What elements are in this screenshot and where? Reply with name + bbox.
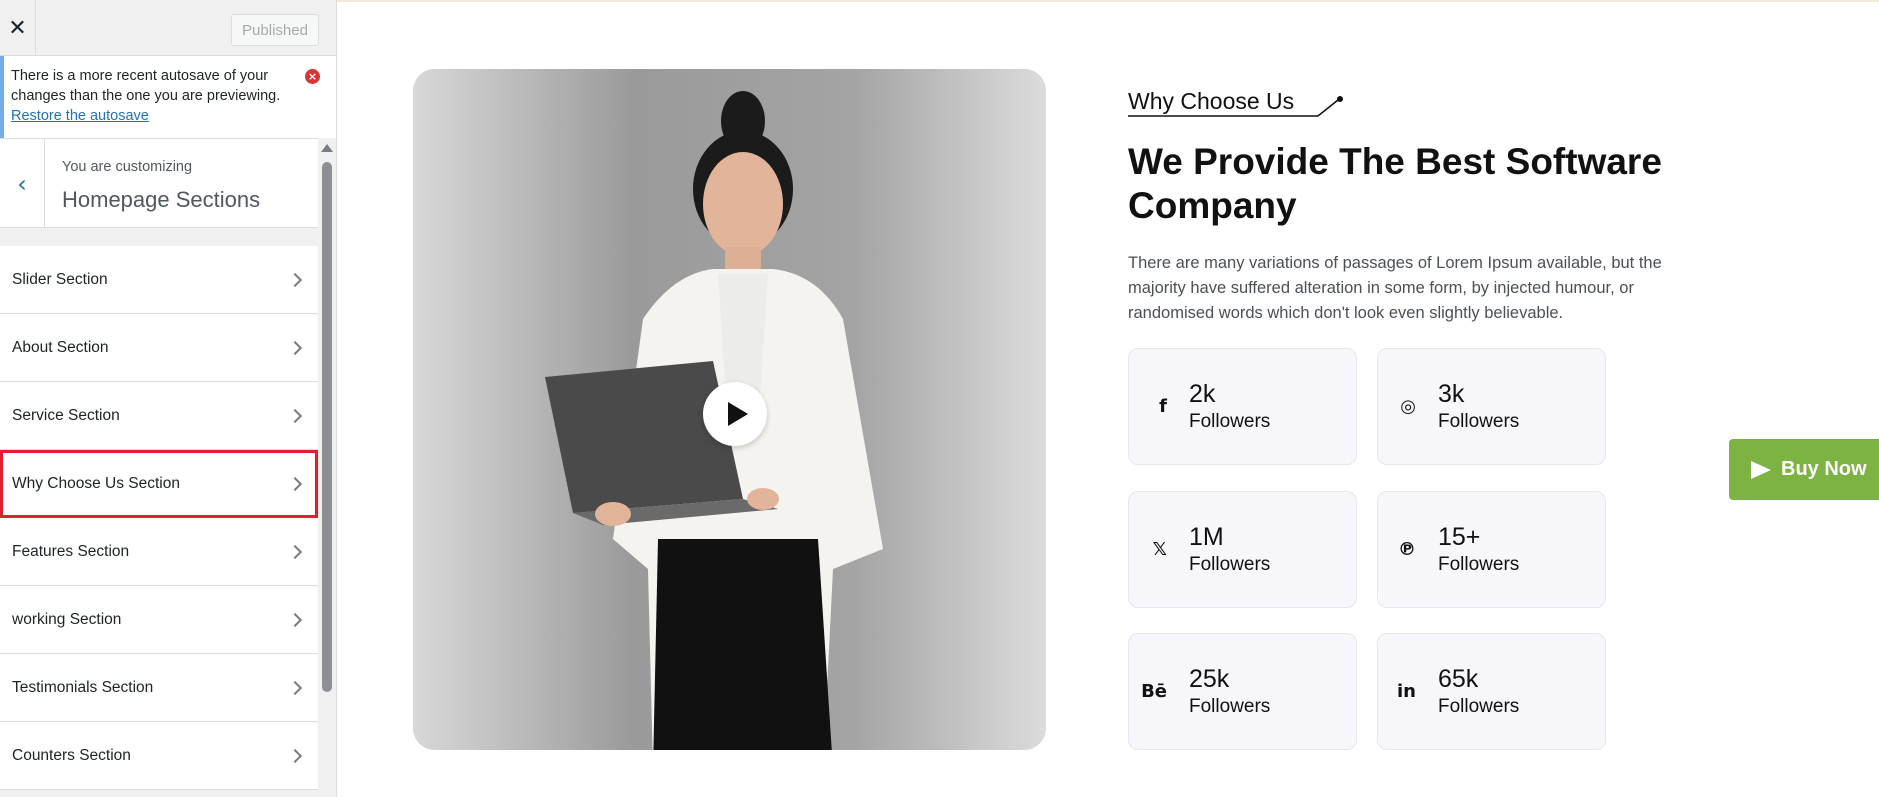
customizer-sidebar: ✕ Published There is a more recent autos… bbox=[0, 0, 337, 797]
facebook-icon: f bbox=[1159, 396, 1167, 417]
stat-label: Followers bbox=[1438, 553, 1520, 575]
buy-now-button[interactable]: Buy Now bbox=[1729, 439, 1879, 500]
behance-icon: Bē bbox=[1141, 681, 1167, 702]
section-item-label: Testimonials Section bbox=[12, 678, 154, 696]
play-icon bbox=[727, 402, 748, 426]
section-item-why-choose-us[interactable]: Why Choose Us Section bbox=[0, 450, 318, 518]
panel-title: Homepage Sections bbox=[62, 187, 261, 212]
section-item-label: Why Choose Us Section bbox=[12, 474, 180, 492]
sidebar-header: ✕ Published bbox=[0, 0, 336, 56]
buy-now-label: Buy Now bbox=[1781, 458, 1867, 480]
close-customizer-button[interactable]: ✕ bbox=[0, 0, 36, 56]
chevron-right-icon bbox=[287, 680, 303, 695]
stat-card-facebook[interactable]: f 2k Followers bbox=[1128, 348, 1357, 465]
eyebrow-underline bbox=[1128, 96, 1343, 117]
section-item-label: Features Section bbox=[12, 542, 130, 560]
back-button[interactable]: ‹ bbox=[0, 139, 45, 228]
x-twitter-icon: 𝕏 bbox=[1152, 539, 1167, 560]
stat-value: 65k bbox=[1438, 664, 1479, 693]
video-thumbnail bbox=[413, 69, 1046, 750]
stat-card-linkedin[interactable]: in 65k Followers bbox=[1377, 633, 1606, 750]
linkedin-icon: in bbox=[1397, 681, 1416, 702]
panel-header: ‹ You are customizing Homepage Sections bbox=[0, 138, 318, 228]
section-item-counters[interactable]: Counters Section bbox=[0, 722, 318, 790]
pinterest-icon: ℗ bbox=[1398, 539, 1416, 560]
section-item-features[interactable]: Features Section bbox=[0, 518, 318, 586]
stat-value: 1M bbox=[1189, 522, 1224, 551]
panel-subtitle: You are customizing bbox=[62, 159, 193, 175]
stat-label: Followers bbox=[1189, 410, 1271, 432]
chevron-left-icon: ‹ bbox=[17, 169, 27, 198]
stat-label: Followers bbox=[1189, 553, 1271, 575]
chevron-right-icon bbox=[287, 408, 303, 423]
scroll-up-arrow-icon[interactable] bbox=[321, 144, 333, 152]
chevron-right-icon bbox=[287, 476, 303, 491]
restore-autosave-link[interactable]: Restore the autosave bbox=[11, 108, 149, 124]
section-item-slider[interactable]: Slider Section bbox=[0, 246, 318, 314]
stat-label: Followers bbox=[1438, 410, 1520, 432]
stat-value: 25k bbox=[1189, 664, 1230, 693]
chevron-right-icon bbox=[287, 748, 303, 763]
stat-value: 15+ bbox=[1438, 522, 1481, 551]
section-item-about[interactable]: About Section bbox=[0, 314, 318, 382]
instagram-icon: ◎ bbox=[1400, 396, 1416, 417]
stat-label: Followers bbox=[1189, 695, 1271, 717]
autosave-notice: There is a more recent autosave of your … bbox=[0, 56, 336, 138]
chevron-right-icon bbox=[287, 340, 303, 355]
section-list: Slider Section About Section Service Sec… bbox=[0, 246, 318, 790]
site-preview: Why Choose Us We Provide The Best Softwa… bbox=[337, 0, 1879, 797]
stat-value: 2k bbox=[1189, 379, 1216, 408]
section-item-label: About Section bbox=[12, 338, 109, 356]
published-button[interactable]: Published bbox=[231, 14, 319, 46]
section-item-label: working Section bbox=[12, 610, 122, 628]
dismiss-icon[interactable]: × bbox=[305, 69, 320, 84]
stat-label: Followers bbox=[1438, 695, 1520, 717]
stat-card-pinterest[interactable]: ℗ 15+ Followers bbox=[1377, 491, 1606, 608]
play-button[interactable] bbox=[703, 382, 767, 446]
section-item-label: Counters Section bbox=[12, 746, 131, 764]
section-item-working[interactable]: working Section bbox=[0, 586, 318, 654]
scrollbar-thumb[interactable] bbox=[322, 162, 332, 692]
chevron-right-icon bbox=[287, 612, 303, 627]
chevron-right-icon bbox=[287, 544, 303, 559]
stat-card-behance[interactable]: Bē 25k Followers bbox=[1128, 633, 1357, 750]
section-item-label: Service Section bbox=[12, 406, 120, 424]
section-item-service[interactable]: Service Section bbox=[0, 382, 318, 450]
stat-value: 3k bbox=[1438, 379, 1465, 408]
autosave-message: There is a more recent autosave of your … bbox=[11, 68, 281, 104]
sidebar-scrollbar[interactable] bbox=[320, 142, 334, 797]
send-arrow-icon bbox=[1751, 460, 1771, 479]
section-heading: We Provide The Best Software Company bbox=[1128, 141, 1662, 226]
section-item-testimonials[interactable]: Testimonials Section bbox=[0, 654, 318, 722]
stat-card-instagram[interactable]: ◎ 3k Followers bbox=[1377, 348, 1606, 465]
section-description: There are many variations of passages of… bbox=[1128, 254, 1662, 322]
stat-card-x[interactable]: 𝕏 1M Followers bbox=[1128, 491, 1357, 608]
chevron-right-icon bbox=[287, 272, 303, 287]
section-item-label: Slider Section bbox=[12, 270, 108, 288]
